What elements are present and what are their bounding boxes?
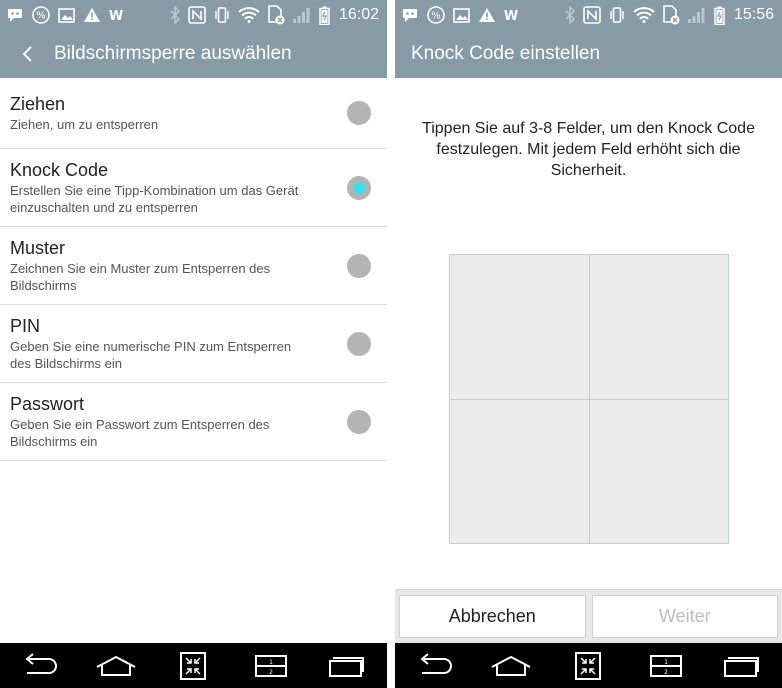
status-bar: % W 15:56	[395, 0, 782, 30]
qslide-icon	[180, 651, 207, 680]
option-password[interactable]: Passwort Geben Sie ein Passwort zum Ents…	[0, 383, 387, 461]
radio-button[interactable]	[347, 409, 371, 434]
nav-qslide-button[interactable]	[163, 643, 223, 688]
signal-icon	[292, 6, 312, 24]
back-icon	[414, 652, 454, 679]
nav-home-button[interactable]	[481, 643, 541, 688]
page-title: Knock Code einstellen	[411, 43, 601, 64]
sim-off-icon	[267, 5, 285, 25]
svg-text:1: 1	[664, 659, 668, 666]
option-pattern[interactable]: Muster Zeichnen Sie ein Muster zum Entsp…	[0, 227, 387, 305]
svg-text:W: W	[504, 9, 518, 22]
status-bar: % W 16:02	[0, 0, 387, 30]
nav-back-button[interactable]	[404, 643, 464, 688]
warning-icon	[478, 7, 496, 23]
knock-cell-top-left[interactable]	[450, 255, 589, 399]
app-bar: Knock Code einstellen	[395, 30, 782, 78]
nfc-icon	[188, 6, 206, 24]
knock-cell-bottom-left[interactable]	[450, 399, 589, 543]
nav-recent-apps-button[interactable]	[318, 643, 378, 688]
chevron-left-icon	[21, 45, 33, 63]
radio-button[interactable]	[347, 101, 371, 125]
instruction-text: Tippen Sie auf 3-8 Felder, um den Knock …	[422, 120, 755, 179]
page-title: Bildschirmsperre auswählen	[54, 43, 292, 64]
svg-text:2: 2	[269, 669, 273, 676]
qslide-icon	[575, 651, 602, 680]
option-title: Muster	[10, 238, 66, 258]
option-subtitle: Ziehen, um zu entsperren	[10, 117, 159, 132]
svg-text:%: %	[36, 11, 46, 22]
recent-apps-icon	[724, 655, 762, 677]
action-bar: Abbrechen Weiter	[395, 589, 782, 643]
bluetooth-icon	[169, 6, 181, 24]
nav-back-button[interactable]	[9, 643, 69, 688]
option-swipe[interactable]: Ziehen Ziehen, um zu entsperren	[0, 78, 387, 149]
vibrate-icon	[213, 6, 231, 24]
nav-dual-window-button[interactable]: 12	[241, 643, 301, 688]
hangouts-icon	[401, 7, 419, 23]
svg-text:W: W	[109, 9, 123, 22]
status-time: 15:56	[733, 6, 774, 23]
option-subtitle: Zeichnen Sie ein Muster zum Entsperren d…	[10, 261, 271, 293]
knock-code-grid	[449, 254, 729, 544]
w-icon: W	[109, 8, 123, 22]
option-subtitle: Geben Sie ein Passwort zum Entsperren de…	[10, 417, 270, 449]
w-icon: W	[504, 8, 518, 22]
percent-icon: %	[32, 6, 50, 24]
wifi-icon	[633, 7, 655, 23]
screen-divider	[387, 0, 395, 688]
radio-button[interactable]	[347, 331, 371, 356]
hangouts-icon	[6, 7, 24, 23]
back-icon	[19, 652, 59, 679]
knock-cell-bottom-right[interactable]	[589, 399, 728, 543]
back-button[interactable]	[0, 30, 54, 78]
svg-text:1: 1	[269, 659, 273, 666]
dual-window-icon: 12	[254, 654, 287, 677]
nav-home-button[interactable]	[86, 643, 146, 688]
option-pin[interactable]: PIN Geben Sie eine numerische PIN zum En…	[0, 305, 387, 383]
knock-cell-top-right[interactable]	[589, 255, 728, 399]
radio-button-selected[interactable]	[347, 175, 371, 200]
warning-icon	[83, 7, 101, 23]
svg-text:%: %	[431, 11, 441, 22]
knock-code-setup-screen: % W 15:56 Knock Code einstellen Tippen S…	[395, 0, 782, 688]
percent-icon: %	[427, 6, 445, 24]
battery-icon	[319, 6, 330, 25]
next-button[interactable]: Weiter	[591, 595, 778, 638]
radio-selected-dot	[353, 181, 365, 194]
navigation-bar: 12	[395, 643, 782, 688]
nav-recent-apps-button[interactable]	[713, 643, 773, 688]
status-time: 16:02	[338, 6, 379, 23]
option-knock-code[interactable]: Knock Code Erstellen Sie eine Tipp-Kombi…	[0, 149, 387, 227]
option-subtitle: Geben Sie eine numerische PIN zum Entspe…	[10, 339, 292, 371]
home-icon	[95, 655, 137, 677]
image-icon	[453, 7, 470, 23]
nav-qslide-button[interactable]	[558, 643, 618, 688]
option-title: PIN	[10, 316, 41, 336]
option-subtitle: Erstellen Sie eine Tipp-Kombination um d…	[10, 183, 299, 215]
option-title: Knock Code	[10, 160, 109, 180]
nfc-icon	[583, 6, 601, 24]
cancel-button[interactable]: Abbrechen	[399, 595, 586, 638]
signal-icon	[687, 6, 707, 24]
sim-off-icon	[662, 5, 680, 25]
recent-apps-icon	[329, 655, 367, 677]
battery-icon	[714, 6, 725, 25]
dual-window-icon: 12	[649, 654, 682, 677]
lock-option-list: Ziehen Ziehen, um zu entsperren Knock Co…	[0, 78, 387, 461]
option-title: Passwort	[10, 394, 85, 414]
nav-dual-window-button[interactable]: 12	[636, 643, 696, 688]
bluetooth-icon	[564, 6, 576, 24]
option-title: Ziehen	[10, 94, 66, 114]
radio-button[interactable]	[347, 253, 371, 278]
image-icon	[58, 7, 75, 23]
vibrate-icon	[608, 6, 626, 24]
lock-screen-selection-screen: % W 16:02 Bildschirmsperre auswählen Zie…	[0, 0, 387, 688]
home-icon	[490, 655, 532, 677]
app-bar: Bildschirmsperre auswählen	[0, 30, 387, 78]
navigation-bar: 12	[0, 643, 387, 688]
wifi-icon	[238, 7, 260, 23]
svg-text:2: 2	[664, 669, 668, 676]
